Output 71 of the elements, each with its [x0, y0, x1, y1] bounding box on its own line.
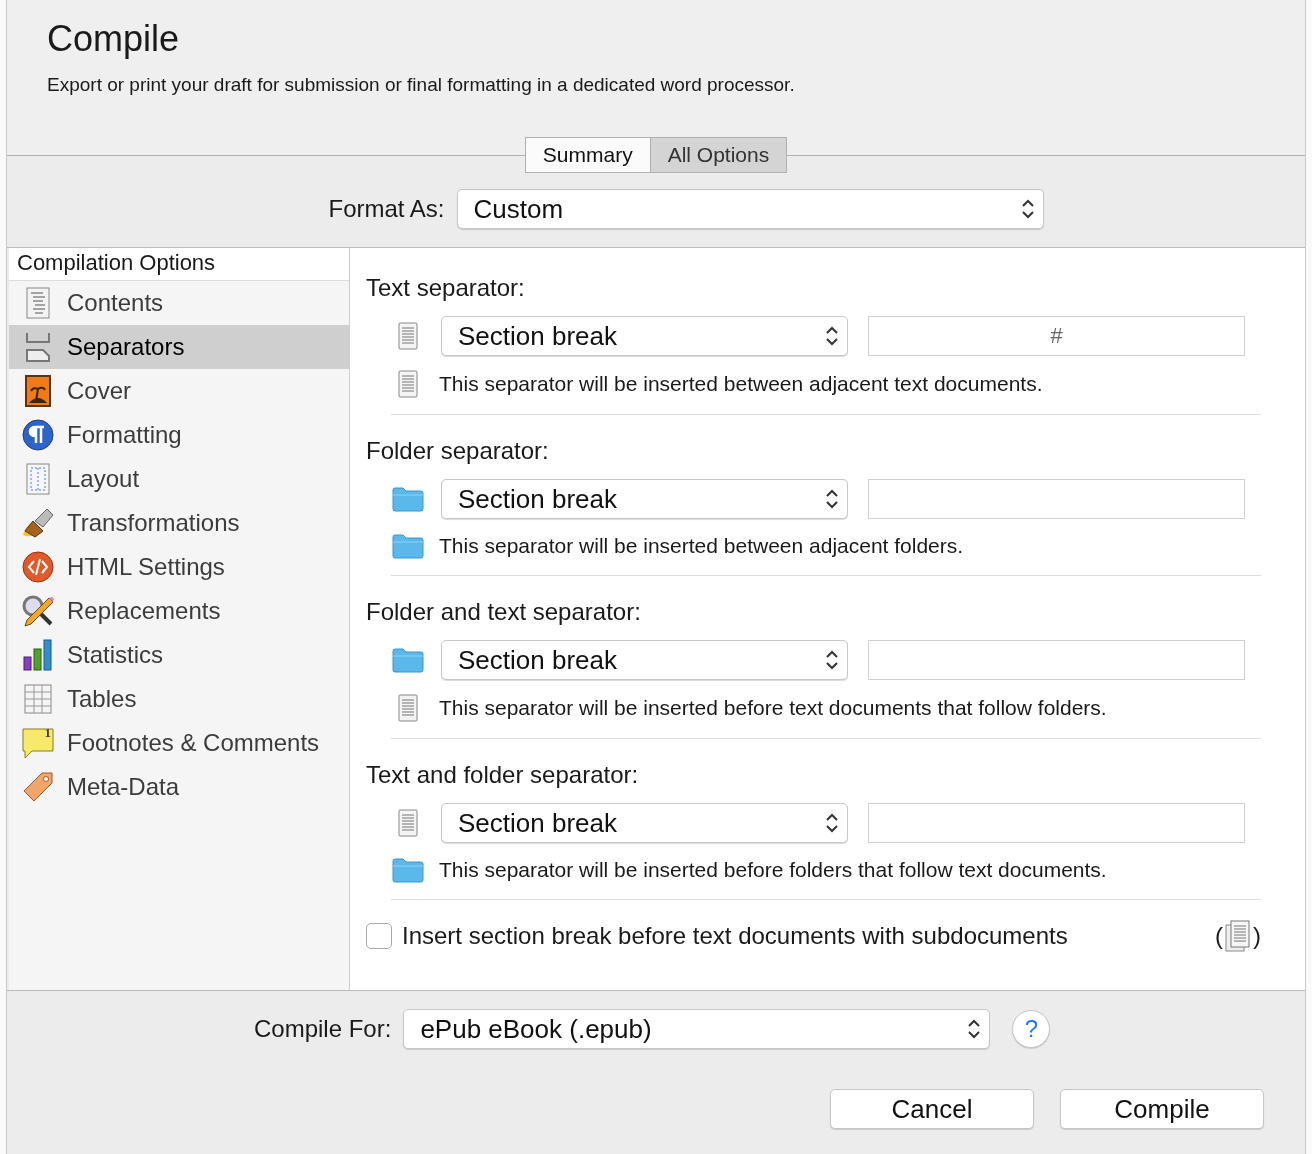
- format-as-label: Format As:: [328, 195, 445, 223]
- code-icon: [22, 551, 54, 583]
- separator-dropdown[interactable]: Section break: [441, 479, 848, 519]
- sidebar-item[interactable]: Meta-Data: [9, 765, 349, 809]
- section-title: Text separator:: [366, 274, 526, 302]
- view-tab[interactable]: All Options: [650, 137, 788, 173]
- sidebar-item[interactable]: Transformations: [9, 501, 349, 545]
- brush-icon: [21, 507, 55, 539]
- page-layout-icon: [26, 463, 50, 495]
- stacked-documents-icon: [1225, 920, 1251, 952]
- custom-text-field[interactable]: [868, 640, 1245, 680]
- compile-for-dropdown[interactable]: ePub eBook (.epub): [403, 1009, 991, 1049]
- custom-text-field[interactable]: [868, 479, 1245, 519]
- separator-description: This separator will be inserted between adjacent folders.: [439, 534, 964, 558]
- magnifier-pencil-icon: [21, 594, 55, 628]
- sidebar-item[interactable]: HTML Settings: [9, 545, 349, 589]
- note-badge-icon: 1: [22, 727, 54, 759]
- book-cover-icon: [25, 375, 51, 407]
- outline-document-icon: [26, 287, 50, 319]
- stepper-icon: [967, 1017, 982, 1041]
- page-break-icon: [25, 332, 51, 362]
- dialog-button[interactable]: Compile: [1060, 1089, 1264, 1129]
- document-icon: [398, 322, 418, 350]
- sidebar-header: Compilation Options: [9, 248, 349, 281]
- folder-icon: [392, 647, 424, 673]
- help-button[interactable]: ?: [1012, 1010, 1051, 1048]
- compile-for-label: Compile For:: [254, 1015, 392, 1043]
- separator-dropdown[interactable]: Section break: [441, 803, 848, 843]
- separator-description: This separator will be inserted between adjacent text documents.: [439, 372, 1043, 396]
- document-icon: [398, 809, 418, 837]
- separator-dropdown[interactable]: Section break: [441, 640, 848, 680]
- sidebar-item[interactable]: Contents: [9, 281, 349, 325]
- separator-description: This separator will be inserted before folders that follow text documents.: [439, 858, 1107, 882]
- document-icon: [398, 694, 418, 722]
- parenthesis: ): [1253, 922, 1261, 950]
- sidebar-item[interactable]: Statistics: [9, 633, 349, 677]
- dialog-button[interactable]: Cancel: [830, 1089, 1034, 1129]
- parenthesis: (: [1215, 922, 1223, 950]
- section-title: Folder separator:: [366, 437, 550, 465]
- custom-text-field[interactable]: [868, 803, 1245, 843]
- document-icon: [398, 370, 418, 398]
- stepper-icon: [825, 648, 839, 672]
- dialog-title: Compile: [47, 18, 181, 60]
- stepper-icon: [825, 487, 839, 511]
- stepper-icon: [1020, 197, 1035, 221]
- custom-text-field[interactable]: #: [868, 316, 1245, 356]
- section-title: Folder and text separator:: [366, 598, 642, 626]
- section-title: Text and folder separator:: [366, 761, 640, 789]
- view-tab[interactable]: Summary: [524, 137, 651, 173]
- bar-chart-icon: [23, 639, 53, 671]
- folder-icon: [392, 857, 424, 883]
- checkbox[interactable]: [366, 923, 392, 949]
- checkbox-label: Insert section break before text documents with subdocuments: [402, 922, 1068, 950]
- stepper-icon: [825, 811, 839, 835]
- format-dropdown[interactable]: Custom: [456, 189, 1044, 229]
- dialog-subtitle: Export or print your draft for submission or final formatting in a dedicated word processor.: [47, 74, 796, 96]
- folder-icon: [392, 486, 424, 512]
- sidebar-item[interactable]: Separators: [9, 325, 349, 369]
- sidebar-item[interactable]: 1 Footnotes & Comments: [9, 721, 349, 765]
- stepper-icon: [825, 324, 839, 348]
- sidebar-item[interactable]: Tables: [9, 677, 349, 721]
- separator-dropdown[interactable]: Section break: [441, 316, 848, 356]
- table-grid-icon: [24, 684, 52, 714]
- sidebar-item[interactable]: Replacements: [9, 589, 349, 633]
- sidebar-item[interactable]: Formatting: [9, 413, 349, 457]
- paragraph-icon: [22, 419, 54, 451]
- sidebar-item[interactable]: Cover: [9, 369, 349, 413]
- separator-description: This separator will be inserted before text documents that follow folders.: [439, 696, 1107, 720]
- sidebar-item[interactable]: Layout: [9, 457, 349, 501]
- folder-icon: [392, 533, 424, 559]
- tag-icon: [22, 771, 54, 803]
